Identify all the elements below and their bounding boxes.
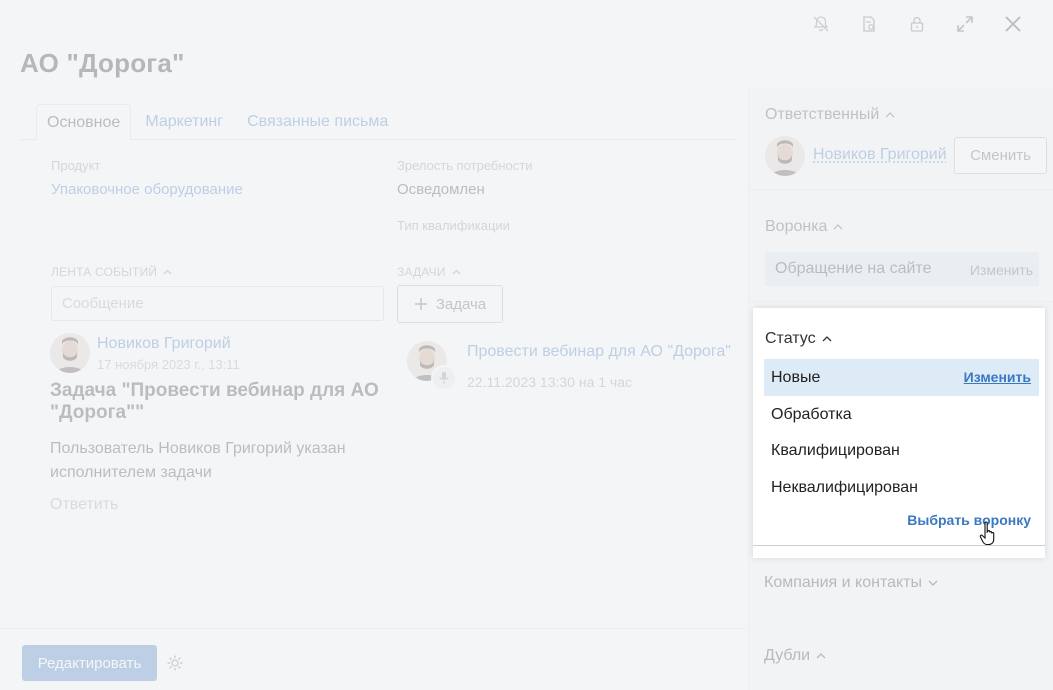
close-icon[interactable]	[1001, 12, 1025, 36]
tab-marketing[interactable]: Маркетинг	[135, 104, 233, 140]
funnel-change-link[interactable]: Изменить	[970, 262, 1033, 278]
maturity-value: Осведомлен	[397, 181, 485, 198]
responsible-section: Ответственный Новиков Григорий Сменить	[749, 88, 1053, 190]
tasks-header[interactable]: ЗАДАЧИ	[397, 265, 461, 279]
status-item-processing[interactable]: Обработка	[764, 396, 1039, 433]
status-item-label: Новые	[771, 369, 820, 386]
plus-icon	[414, 297, 428, 311]
chevron-up-icon	[833, 224, 843, 230]
tab-related-emails[interactable]: Связанные письма	[237, 104, 398, 140]
document-settings-icon[interactable]	[857, 12, 881, 36]
chevron-up-icon	[452, 269, 461, 275]
edit-button[interactable]: Редактировать	[22, 645, 157, 681]
status-popup: Статус Новые Изменить Обработка Квалифиц…	[753, 308, 1045, 558]
choose-funnel-link[interactable]: Выбрать воронку	[907, 512, 1031, 528]
status-header-label: Статус	[765, 330, 816, 348]
responsible-header-label: Ответственный	[765, 106, 879, 124]
event-author-link[interactable]: Новиков Григорий	[97, 335, 231, 353]
funnel-name: Обращение на сайте	[775, 260, 931, 278]
tab-bar: Основное Маркетинг Связанные письма	[20, 104, 736, 140]
product-label: Продукт	[51, 158, 100, 173]
add-task-label: Задача	[436, 296, 486, 313]
task-date: 22.11.2023 13:30 на 1 час	[467, 374, 632, 390]
event-title: Задача "Провести вебинар для АО "Дорога"…	[50, 380, 390, 424]
feed-header-label: ЛЕНТА СОБЫТИЙ	[51, 265, 157, 279]
company-contacts-header[interactable]: Компания и контакты	[764, 574, 938, 592]
qualification-type-label: Тип квалификации	[397, 218, 510, 233]
status-item-qualified[interactable]: Квалифицирован	[764, 432, 1039, 469]
funnel-box: Обращение на сайте Изменить	[765, 252, 1039, 286]
gear-icon[interactable]	[166, 654, 184, 672]
chevron-up-icon	[885, 112, 895, 118]
company-contacts-label: Компания и контакты	[764, 574, 922, 592]
feed-header[interactable]: ЛЕНТА СОБЫТИЙ	[51, 265, 172, 279]
responsible-name-link[interactable]: Новиков Григорий	[813, 146, 947, 164]
reply-link[interactable]: Ответить	[50, 496, 118, 514]
responsible-header[interactable]: Ответственный	[765, 106, 895, 124]
maturity-label: Зрелость потребности	[397, 158, 533, 173]
message-input[interactable]	[51, 286, 384, 321]
chevron-up-icon	[163, 269, 172, 275]
tab-main[interactable]: Основное	[36, 104, 131, 141]
change-responsible-button[interactable]: Сменить	[954, 137, 1047, 174]
microphone-icon	[431, 365, 457, 391]
window-toolbar	[809, 10, 1025, 38]
task-title-link[interactable]: Провести вебинар для АО "Дорога"	[467, 343, 731, 361]
duplicates-label: Дубли	[764, 647, 810, 665]
popup-divider	[753, 545, 1045, 546]
duplicates-header[interactable]: Дубли	[764, 647, 826, 665]
chevron-up-icon	[822, 336, 832, 342]
status-item-unqualified[interactable]: Неквалифицирован	[764, 469, 1039, 506]
expand-icon[interactable]	[953, 12, 977, 36]
tasks-header-label: ЗАДАЧИ	[397, 265, 446, 279]
funnel-header-label: Воронка	[765, 218, 827, 236]
funnel-header[interactable]: Воронка	[765, 218, 843, 236]
status-header[interactable]: Статус	[765, 330, 832, 348]
chevron-down-icon	[928, 580, 938, 586]
notifications-off-icon[interactable]	[809, 12, 833, 36]
avatar	[50, 333, 90, 373]
status-item-new[interactable]: Новые Изменить	[764, 359, 1039, 396]
product-value[interactable]: Упаковочное оборудование	[51, 181, 243, 198]
page-title: АО "Дорога"	[20, 48, 185, 79]
chevron-up-icon	[816, 653, 826, 659]
lock-icon[interactable]	[905, 12, 929, 36]
status-change-link[interactable]: Изменить	[964, 359, 1031, 396]
add-task-button[interactable]: Задача	[397, 285, 503, 323]
responsible-avatar	[765, 136, 805, 176]
event-date: 17 ноября 2023 г., 13:11	[97, 357, 240, 372]
event-text: Пользователь Новиков Григорий указан исп…	[50, 437, 380, 485]
